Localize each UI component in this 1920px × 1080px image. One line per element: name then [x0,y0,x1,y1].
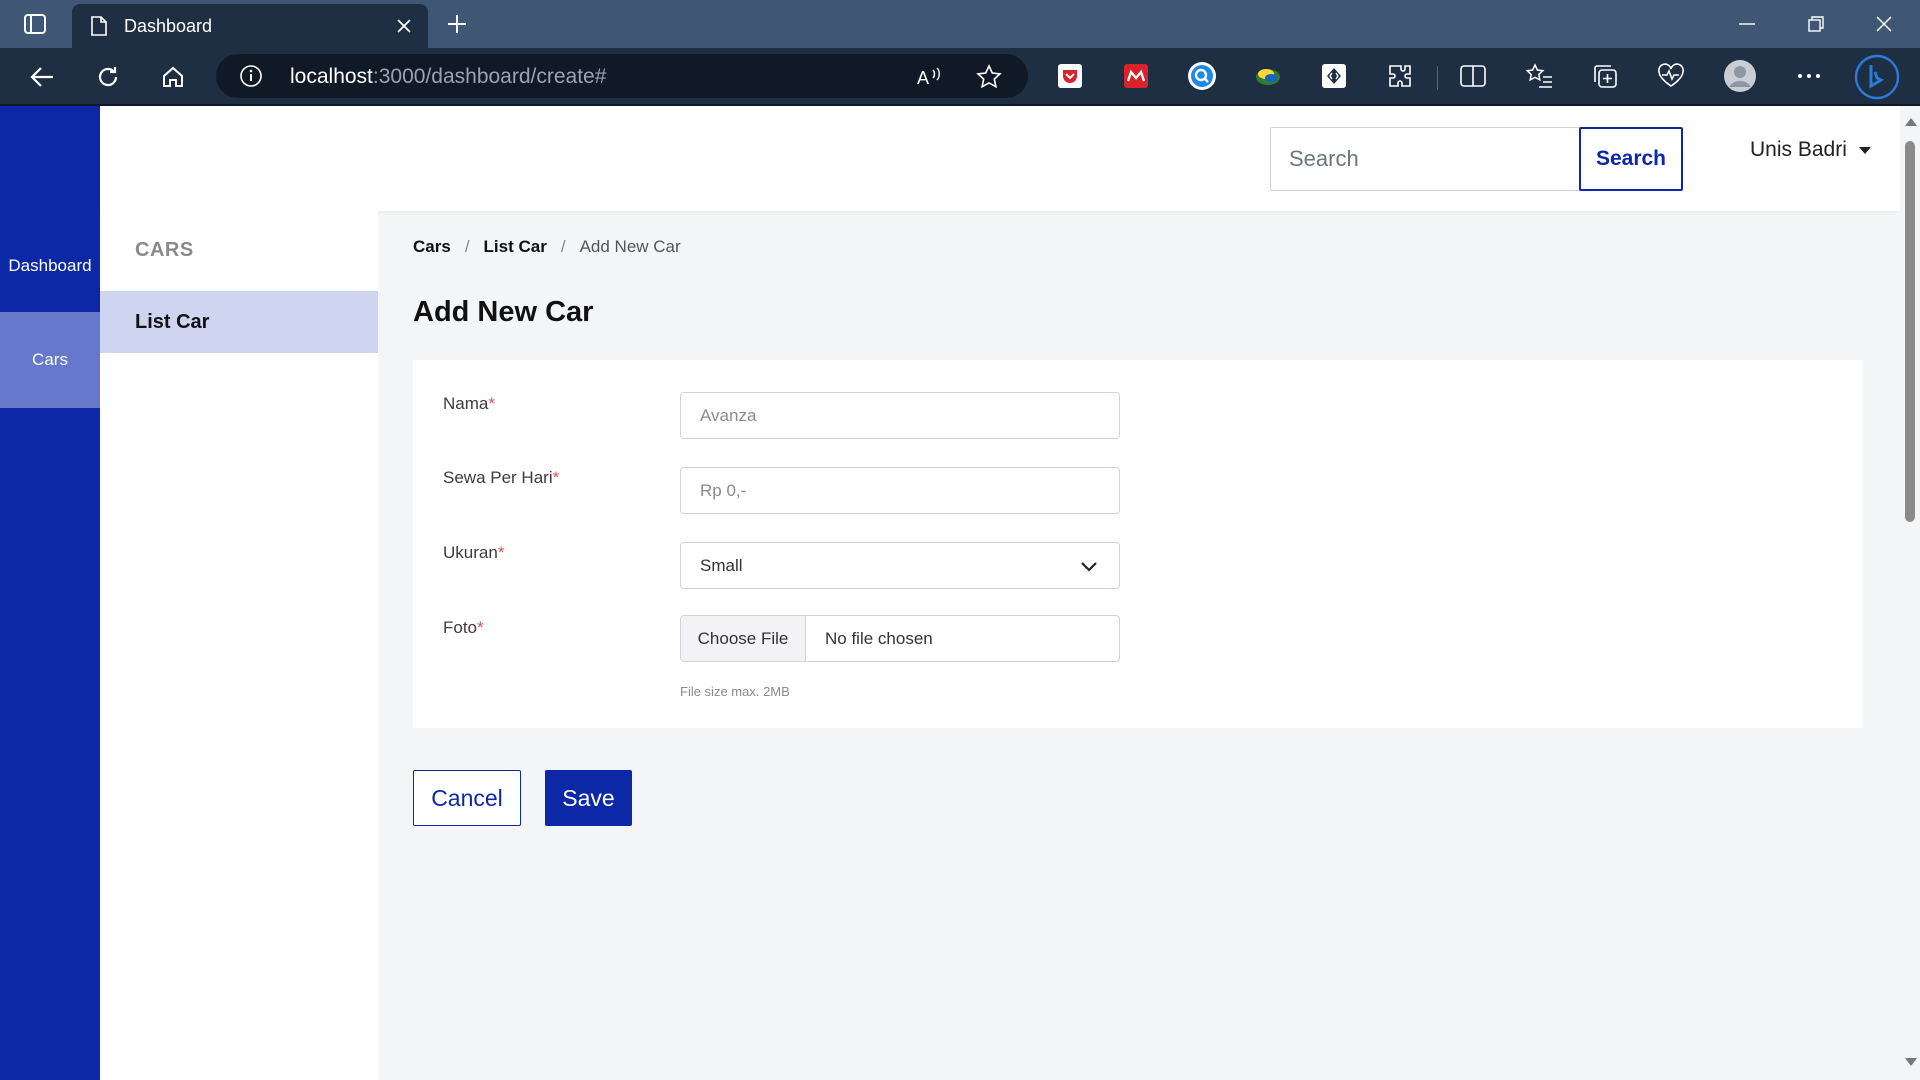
close-icon[interactable] [394,16,414,36]
page-icon [88,15,110,37]
required-mark: * [477,618,484,637]
url-path: :3000/dashboard/create# [372,65,607,88]
search-button[interactable]: Search [1579,127,1683,191]
refresh-button[interactable] [90,59,126,95]
chevron-down-icon [1081,562,1097,572]
rail-item-cars[interactable]: Cars [0,312,100,408]
foto-file-input[interactable]: Choose File No file chosen [680,615,1120,662]
sub-sidebar-title: CARS [135,239,194,261]
favorites-icon[interactable] [1524,61,1554,91]
sewa-per-hari-input[interactable] [680,467,1120,514]
user-name: Unis Badri [1750,138,1847,161]
app-page: Dashboard Cars Search Unis Badri CARS Li… [0,106,1920,1080]
nama-input[interactable] [680,392,1120,439]
save-button[interactable]: Save [545,770,632,826]
svg-text:A: A [917,68,929,88]
caret-down-icon [1858,146,1871,154]
cancel-button[interactable]: Cancel [413,770,521,826]
required-mark: * [552,468,560,487]
toolbar-divider [1437,66,1438,90]
refresh-icon [98,67,118,87]
file-size-hint: File size max. 2MB [680,684,790,699]
profile-icon[interactable] [1722,58,1758,94]
extension-dev-icon[interactable] [1319,61,1349,91]
foto-label: Foto* [443,618,484,638]
sub-sidebar: CARS List Car [100,211,378,1080]
breadcrumb-current: Add New Car [579,237,681,256]
ukuran-label-text: Ukuran [443,543,498,562]
favorite-star-icon[interactable] [975,63,1003,91]
breadcrumb: Cars / List Car / Add New Car [413,237,681,257]
search-input[interactable] [1270,127,1580,191]
browser-essentials-icon[interactable] [1656,61,1686,91]
close-icon [1876,16,1892,32]
restore-button[interactable] [1796,8,1836,40]
page-scrollbar[interactable] [1900,106,1920,1080]
split-screen-icon[interactable] [1458,61,1488,91]
address-bar[interactable]: localhost:3000/dashboard/create# A [216,54,1028,98]
back-button[interactable] [24,59,60,95]
back-icon [30,67,53,87]
more-icon[interactable] [1794,61,1824,91]
tab-title: Dashboard [124,15,213,36]
browser-toolbar: localhost:3000/dashboard/create# A [0,48,1920,106]
extension-globe-icon[interactable] [1253,61,1283,91]
browser-tab-dashboard[interactable]: Dashboard [72,4,428,48]
close-window-button[interactable] [1864,8,1904,40]
car-form: Nama* Sewa Per Hari* Ukuran* Small Foto*… [413,360,1863,728]
nama-label-text: Nama [443,394,489,413]
url-text[interactable]: localhost:3000/dashboard/create# [290,65,606,89]
file-status-text: No file chosen [825,628,933,648]
new-tab-button[interactable] [440,9,474,39]
minimize-button[interactable] [1727,8,1767,40]
required-mark: * [497,543,505,562]
breadcrumb-separator: / [464,237,470,256]
ukuran-label: Ukuran* [443,543,504,563]
tab-actions-icon [24,14,46,34]
required-mark: * [488,394,495,413]
ukuran-selected-value: Small [700,555,743,575]
extension-mendeley-icon[interactable] [1121,61,1151,91]
main-rail: Dashboard Cars [0,106,100,1080]
page-title: Add New Car [413,296,594,328]
url-host: localhost [290,65,373,88]
breadcrumb-cars[interactable]: Cars [413,237,451,257]
ukuran-select[interactable]: Small [680,542,1120,589]
extensions-icon[interactable] [1385,61,1415,91]
scroll-up-arrow-icon[interactable] [1905,118,1917,126]
extension-pocket-icon[interactable] [1055,61,1085,91]
minimize-icon [1739,23,1755,25]
home-button[interactable] [155,59,191,95]
nama-label: Nama* [443,394,495,414]
foto-label-text: Foto [443,618,478,637]
browser-tab-bar: Dashboard [0,0,1920,48]
plus-icon [448,15,466,33]
collections-icon[interactable] [1590,61,1620,91]
tab-actions-button[interactable] [18,10,52,38]
home-icon [163,66,183,87]
read-aloud-icon[interactable]: A [916,63,944,91]
choose-file-button[interactable]: Choose File [681,616,806,661]
sub-sidebar-item-list-car[interactable]: List Car [100,291,378,353]
top-header: Search Unis Badri [100,106,1900,211]
bing-icon[interactable] [1854,54,1900,100]
scrollbar-thumb[interactable] [1905,141,1915,522]
scroll-down-arrow-icon[interactable] [1905,1058,1917,1066]
info-icon[interactable] [240,65,262,87]
rail-item-dashboard[interactable]: Dashboard [0,106,100,312]
sewa-label-text: Sewa Per Hari [443,468,553,487]
extension-search-icon[interactable] [1187,61,1217,91]
user-menu[interactable]: Unis Badri [1750,134,1871,166]
breadcrumb-list-car[interactable]: List Car [484,237,547,257]
restore-icon [1808,16,1824,32]
breadcrumb-separator: / [560,237,566,256]
sewa-label: Sewa Per Hari* [443,468,559,488]
